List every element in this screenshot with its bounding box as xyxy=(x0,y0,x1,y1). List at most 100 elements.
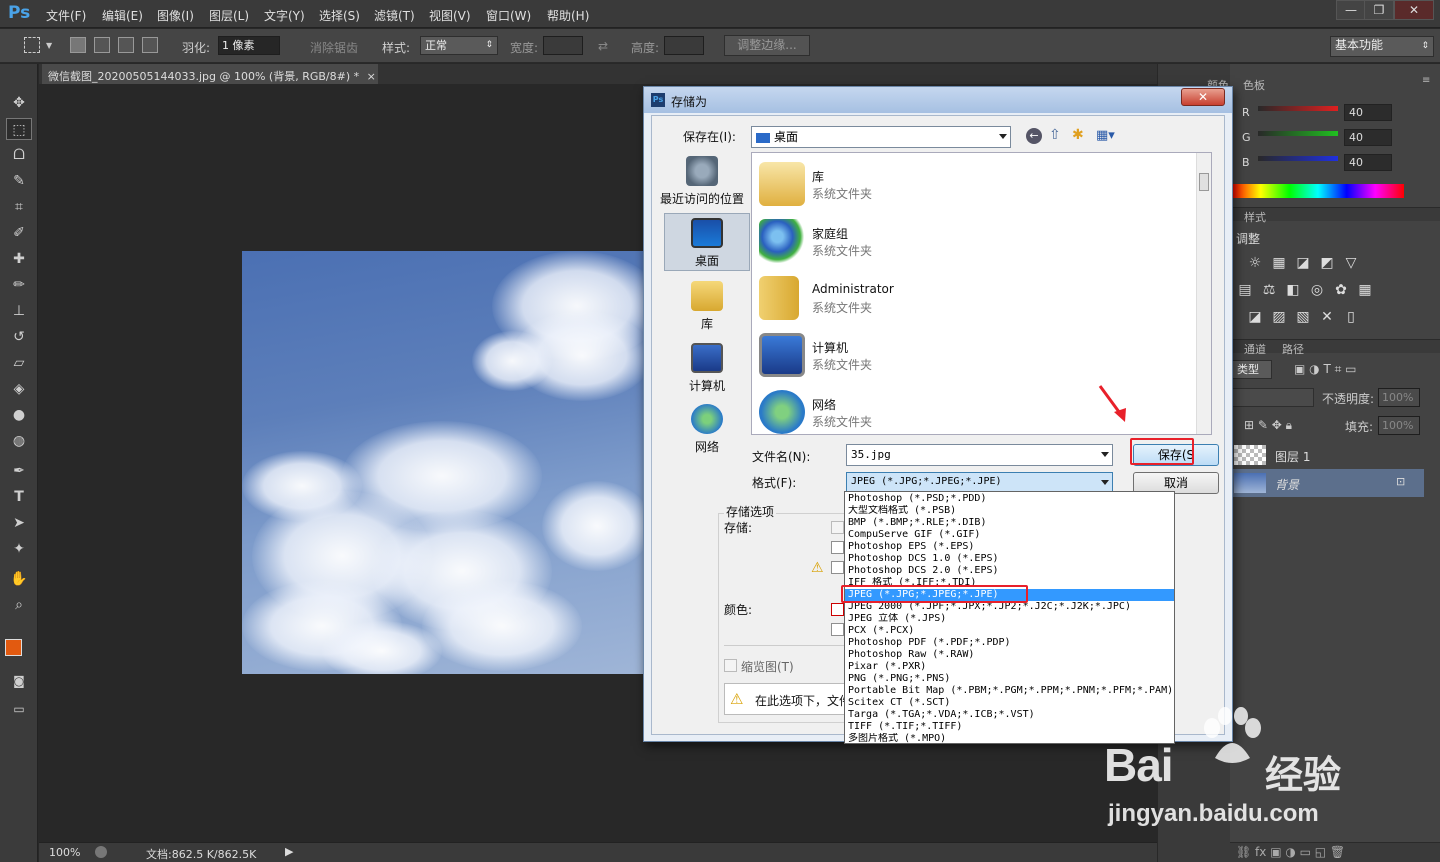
height-input[interactable] xyxy=(664,36,704,55)
format-option[interactable]: JPEG 立体 (*.JPS) xyxy=(848,613,1174,625)
file-item[interactable]: 网络 系统文件夹 xyxy=(759,386,1199,434)
pen-tool-icon[interactable]: ✒ xyxy=(6,460,32,482)
format-option[interactable]: Portable Bit Map (*.PBM;*.PGM;*.PPM;*.PN… xyxy=(848,685,1174,697)
checkbox[interactable] xyxy=(831,541,844,554)
layers-footer-icons[interactable]: ⛓ fx ▣ ◑ ▭ ◱ 🗑︎ xyxy=(1230,842,1440,862)
red-value-input[interactable]: 40 xyxy=(1344,104,1392,121)
shape-tool-icon[interactable]: ✦ xyxy=(6,538,32,560)
format-option[interactable]: Photoshop DCS 2.0 (*.EPS) xyxy=(848,565,1174,577)
paint-bucket-icon[interactable]: ◈ xyxy=(6,378,32,400)
tab-paths[interactable]: 路径 xyxy=(1282,341,1304,357)
thumbnail-checkbox[interactable] xyxy=(724,659,737,672)
fill-input[interactable]: 100% xyxy=(1378,416,1420,435)
dialog-close-button[interactable]: ✕ xyxy=(1181,88,1225,106)
swap-icon[interactable]: ⇄ xyxy=(598,39,608,53)
checkbox[interactable] xyxy=(831,603,844,616)
black-white-icon[interactable]: ◧ xyxy=(1284,281,1302,299)
color-balance-icon[interactable]: ⚖ xyxy=(1260,281,1278,299)
move-tool-icon[interactable]: ✥ xyxy=(6,92,32,114)
dodge-tool-icon[interactable]: ◍ xyxy=(6,430,32,452)
levels-icon[interactable]: ▦ xyxy=(1270,254,1288,272)
format-option[interactable]: PCX (*.PCX) xyxy=(848,625,1174,637)
close-window-button[interactable]: ✕ xyxy=(1394,0,1434,20)
blend-mode-select[interactable] xyxy=(1232,388,1314,407)
menu-image[interactable]: 图像(I) xyxy=(157,7,194,24)
color-lookup-icon[interactable]: ▦ xyxy=(1356,281,1374,299)
hue-sat-icon[interactable]: ▤ xyxy=(1236,281,1254,299)
path-select-icon[interactable]: ➤ xyxy=(6,512,32,534)
marquee-tool-icon[interactable] xyxy=(24,37,40,53)
up-folder-icon[interactable]: ⇧ xyxy=(1049,127,1061,143)
history-brush-icon[interactable]: ↺ xyxy=(6,326,32,348)
subtract-selection-icon[interactable] xyxy=(118,37,134,53)
brush-tool-icon[interactable]: ✏ xyxy=(6,274,32,296)
format-select[interactable]: JPEG (*.JPG;*.JPEG;*.JPE) xyxy=(846,472,1113,492)
chevron-down-icon[interactable]: ▼ xyxy=(46,41,52,50)
menu-type[interactable]: 文字(Y) xyxy=(264,7,305,24)
panel-menu-icon[interactable]: ≡ xyxy=(1422,75,1430,86)
checkbox[interactable] xyxy=(831,623,844,636)
crop-tool-icon[interactable]: ⌗ xyxy=(6,196,32,218)
foreground-color-swatch[interactable] xyxy=(5,639,22,656)
stamp-tool-icon[interactable]: ⊥ xyxy=(6,300,32,322)
type-tool-icon[interactable]: T xyxy=(6,486,32,508)
screen-mode-icon[interactable]: ▭ xyxy=(6,698,32,720)
format-option[interactable]: Photoshop EPS (*.EPS) xyxy=(848,541,1174,553)
color-spectrum[interactable] xyxy=(1232,184,1404,198)
hand-tool-icon[interactable]: ✋ xyxy=(6,568,32,590)
gradient-map-icon[interactable]: ▯ xyxy=(1342,308,1360,326)
status-icon[interactable] xyxy=(95,846,107,858)
format-option[interactable]: CompuServe GIF (*.GIF) xyxy=(848,529,1174,541)
format-option[interactable]: Photoshop Raw (*.RAW) xyxy=(848,649,1174,661)
threshold-icon[interactable]: ▧ xyxy=(1294,308,1312,326)
red-slider[interactable] xyxy=(1258,106,1338,111)
layer-filter-icons[interactable]: ▣ ◑ T ⌗ ▭ xyxy=(1294,362,1357,377)
layer-kind-select[interactable]: 类型 xyxy=(1232,360,1272,379)
quick-mask-icon[interactable]: ◙ xyxy=(6,670,32,692)
place-library[interactable]: 库 xyxy=(664,281,750,332)
file-item[interactable]: 库 系统文件夹 xyxy=(759,158,1199,210)
curves-icon[interactable]: ◪ xyxy=(1294,254,1312,272)
place-network[interactable]: 网络 xyxy=(664,404,750,455)
zoom-tool-icon[interactable]: ⌕ xyxy=(6,594,32,616)
back-icon[interactable]: ← xyxy=(1026,128,1042,144)
format-option[interactable]: BMP (*.BMP;*.RLE;*.DIB) xyxy=(848,517,1174,529)
document-tab[interactable]: 微信截图_20200505144033.jpg @ 100% (背景, RGB/… xyxy=(42,64,378,84)
menu-window[interactable]: 窗口(W) xyxy=(486,7,531,24)
tab-styles[interactable]: 样式 xyxy=(1244,209,1266,225)
lock-icons[interactable]: ⊞ ✎ ✥ 🔒︎ xyxy=(1244,418,1292,433)
checkbox[interactable] xyxy=(831,561,844,574)
lasso-tool-icon[interactable]: ᗝ xyxy=(6,144,32,166)
zoom-level[interactable]: 100% xyxy=(49,846,80,859)
selective-color-icon[interactable]: ✕ xyxy=(1318,308,1336,326)
tab-channels[interactable]: 通道 xyxy=(1244,341,1266,357)
new-folder-icon[interactable]: ✱ xyxy=(1072,127,1084,143)
green-value-input[interactable]: 40 xyxy=(1344,129,1392,146)
place-desktop[interactable]: 桌面 xyxy=(664,213,750,271)
format-option[interactable]: 大型文档格式 (*.PSB) xyxy=(848,505,1174,517)
tab-swatches[interactable]: 色板 xyxy=(1243,77,1265,93)
quick-select-icon[interactable]: ✎ xyxy=(6,170,32,192)
layer-row[interactable]: 图层 1 xyxy=(1230,441,1424,469)
blue-value-input[interactable]: 40 xyxy=(1344,154,1392,171)
format-option[interactable]: PNG (*.PNG;*.PNS) xyxy=(848,673,1174,685)
eraser-icon[interactable]: ▱ xyxy=(6,352,32,374)
menu-edit[interactable]: 编辑(E) xyxy=(102,7,143,24)
menu-view[interactable]: 视图(V) xyxy=(429,7,471,24)
layer-row[interactable]: 背景 ⊡ xyxy=(1230,469,1424,497)
green-slider[interactable] xyxy=(1258,131,1338,136)
file-item[interactable]: Administrator 系统文件夹 xyxy=(759,272,1199,324)
menu-help[interactable]: 帮助(H) xyxy=(547,7,589,24)
menu-select[interactable]: 选择(S) xyxy=(319,7,360,24)
file-item[interactable]: 家庭组 系统文件夹 xyxy=(759,215,1199,267)
blur-tool-icon[interactable]: ● xyxy=(6,404,32,426)
format-option[interactable]: Pixar (*.PXR) xyxy=(848,661,1174,673)
healing-brush-icon[interactable]: ✚ xyxy=(6,248,32,270)
brightness-icon[interactable]: ☼ xyxy=(1246,254,1264,272)
exposure-icon[interactable]: ◩ xyxy=(1318,254,1336,272)
scrollbar-thumb[interactable] xyxy=(1199,173,1209,191)
opacity-input[interactable]: 100% xyxy=(1378,388,1420,407)
close-tab-icon[interactable]: × xyxy=(367,70,376,83)
format-option[interactable]: Photoshop DCS 1.0 (*.EPS) xyxy=(848,553,1174,565)
restore-button[interactable]: ❐ xyxy=(1364,0,1394,20)
